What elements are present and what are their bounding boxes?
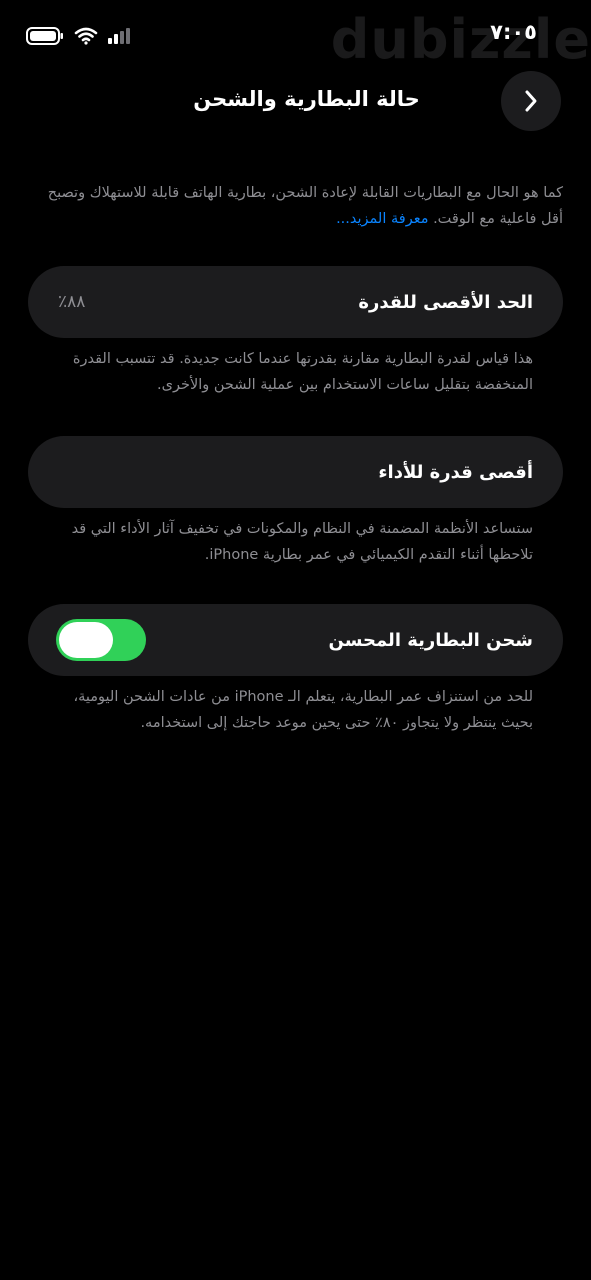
max-capacity-label: الحد الأقصى للقدرة	[358, 291, 533, 313]
peak-performance-row: أقصى قدرة للأداء	[28, 436, 563, 508]
toggle-knob	[59, 622, 113, 658]
status-time: ٧:٠٥	[490, 20, 537, 44]
optimized-charging-description: للحد من استنزاف عمر البطارية، يتعلم الـ …	[73, 689, 533, 731]
peak-performance-description: ستساعد الأنظمة المضمنة في النظام والمكون…	[71, 521, 533, 563]
optimized-charging-row: شحن البطارية المحسن	[28, 604, 563, 676]
dubizzle-watermark: dubizzle	[330, 8, 591, 71]
optimized-charging-toggle[interactable]	[56, 619, 146, 661]
learn-more-link[interactable]: معرفة المزيد...	[336, 211, 428, 227]
navigation-bar: حالة البطارية والشحن	[0, 70, 591, 131]
status-bar: dubizzle ٧:٠٥	[0, 0, 591, 71]
settings-content: كما هو الحال مع البطاريات القابلة لإعادة…	[28, 180, 563, 736]
intro-description: كما هو الحال مع البطاريات القابلة لإعادة…	[28, 180, 563, 232]
max-capacity-value: ٨٨٪	[58, 292, 86, 312]
cellular-signal-icon	[108, 28, 130, 44]
max-capacity-row: الحد الأقصى للقدرة ٨٨٪	[28, 266, 563, 338]
battery-icon	[26, 27, 63, 45]
intro-text: كما هو الحال مع البطاريات القابلة لإعادة…	[47, 185, 563, 227]
status-icons	[26, 27, 130, 45]
max-capacity-description: هذا قياس لقدرة البطارية مقارنة بقدرتها ع…	[72, 351, 533, 393]
back-button[interactable]	[501, 71, 561, 131]
wifi-icon	[74, 27, 98, 45]
peak-performance-label: أقصى قدرة للأداء	[378, 461, 533, 483]
optimized-charging-label: شحن البطارية المحسن	[328, 629, 534, 651]
chevron-right-icon	[525, 90, 537, 112]
